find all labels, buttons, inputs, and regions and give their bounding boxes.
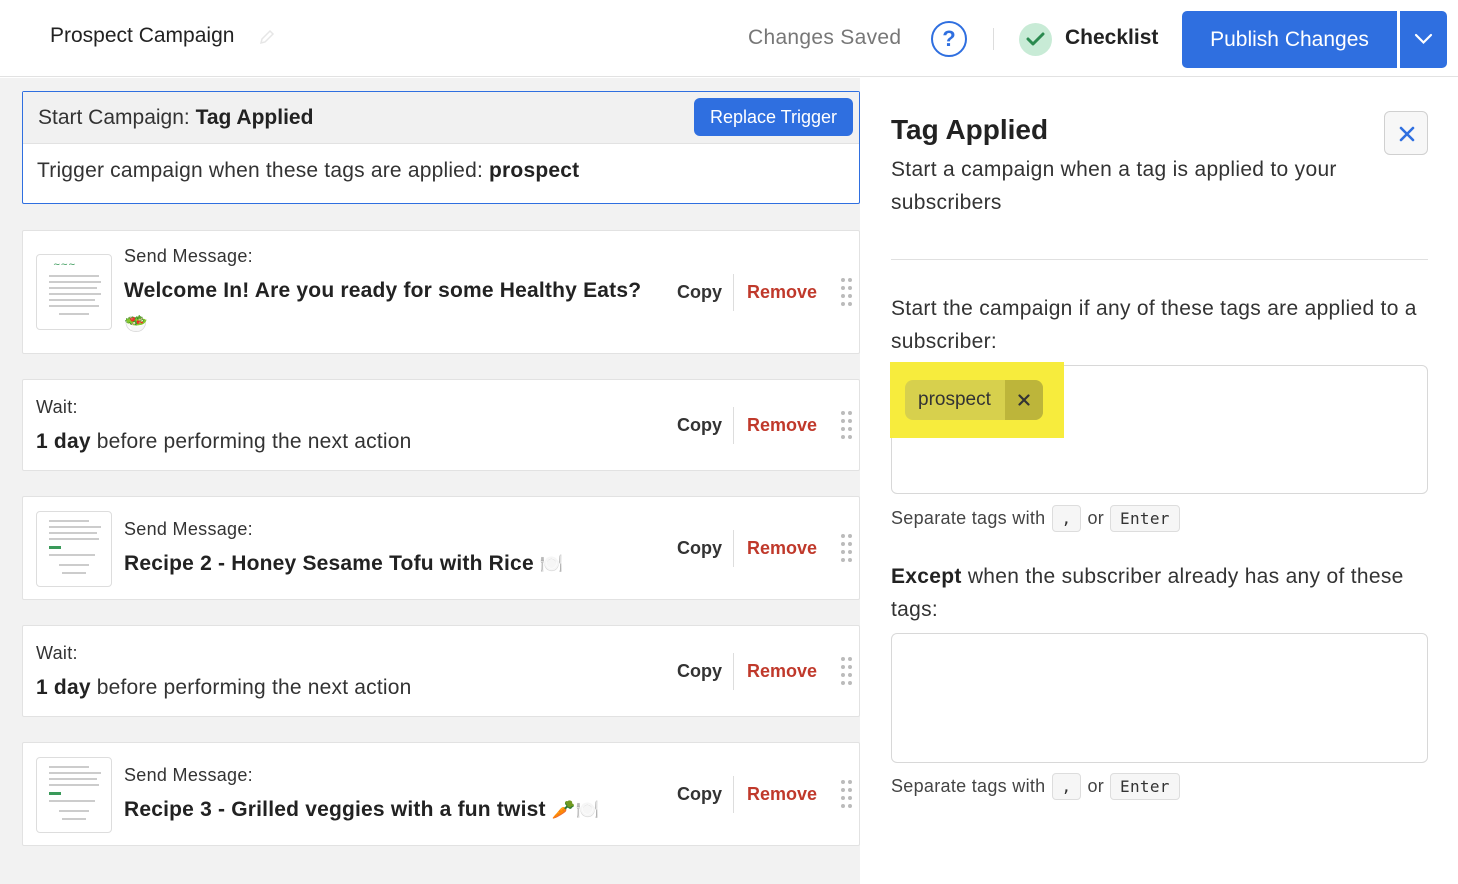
except-bold: Except <box>891 565 962 588</box>
action-divider <box>733 653 734 690</box>
tag-chip: prospect <box>905 380 1043 420</box>
step-send-message[interactable]: Send Message: Recipe 3 - Grilled veggies… <box>22 742 860 846</box>
email-thumbnail <box>36 757 112 833</box>
step-send-message[interactable]: Send Message: Recipe 2 - Honey Sesame To… <box>22 496 860 600</box>
trigger-prefix: Start Campaign: <box>38 106 190 129</box>
except-tags-input[interactable] <box>891 633 1428 763</box>
top-bar: Prospect Campaign Changes Saved ? Checkl… <box>0 0 1458 77</box>
remove-button[interactable]: Remove <box>747 282 817 303</box>
trigger-heading: Start Campaign: Tag Applied <box>38 106 313 130</box>
wait-amount: 1 day <box>36 676 91 699</box>
checklist-button[interactable]: Checklist <box>1065 26 1158 50</box>
drag-handle-icon[interactable] <box>840 656 854 686</box>
wait-amount: 1 day <box>36 430 91 453</box>
step-type-label: Send Message: <box>124 246 253 266</box>
plate-emoji: 🍽️ <box>539 554 564 576</box>
email-thumbnail <box>36 511 112 587</box>
action-divider <box>733 530 734 567</box>
copy-button[interactable]: Copy <box>677 661 722 682</box>
trigger-card[interactable]: Start Campaign: Tag Applied Replace Trig… <box>22 91 860 204</box>
step-type-label: Wait: <box>36 643 78 663</box>
drag-handle-icon[interactable] <box>840 410 854 440</box>
publish-changes-button[interactable]: Publish Changes <box>1182 11 1397 68</box>
campaign-title[interactable]: Prospect Campaign <box>50 24 234 48</box>
checkmark-icon[interactable] <box>1019 23 1052 56</box>
replace-trigger-button[interactable]: Replace Trigger <box>694 98 853 136</box>
include-tags-label: Start the campaign if any of these tags … <box>891 297 1417 353</box>
wait-description: 1 day before performing the next action <box>36 676 412 700</box>
remove-button[interactable]: Remove <box>747 538 817 559</box>
wait-description: 1 day before performing the next action <box>36 430 412 454</box>
copy-button[interactable]: Copy <box>677 282 722 303</box>
trigger-settings-panel: Tag Applied Start a campaign when a tag … <box>860 78 1458 884</box>
message-title: Recipe 2 - Honey Sesame Tofu with Rice 🍽… <box>124 552 564 576</box>
enter-key: Enter <box>1110 773 1180 800</box>
copy-button[interactable]: Copy <box>677 538 722 559</box>
remove-button[interactable]: Remove <box>747 784 817 805</box>
message-title: Welcome In! Are you ready for some Healt… <box>124 279 642 302</box>
except-tags-hint: Separate tags with , or Enter <box>891 773 1180 800</box>
help-icon[interactable]: ? <box>931 21 967 57</box>
chevron-down-icon <box>1414 33 1433 45</box>
drag-handle-icon[interactable] <box>840 533 854 563</box>
save-status: Changes Saved <box>748 26 902 49</box>
panel-divider <box>891 259 1428 260</box>
campaign-workspace: Start Campaign: Tag Applied Replace Trig… <box>0 78 860 884</box>
remove-button[interactable]: Remove <box>747 415 817 436</box>
thumbnail-logo: ~~~ <box>53 260 76 270</box>
hint-text: Separate tags with <box>891 776 1046 796</box>
message-title-text: Recipe 3 - Grilled veggies with a fun tw… <box>124 798 546 821</box>
panel-description: Start a campaign when a tag is applied t… <box>891 158 1337 214</box>
close-panel-button[interactable] <box>1384 111 1428 155</box>
tag-chip-label: prospect <box>918 389 991 410</box>
panel-title: Tag Applied <box>891 114 1049 145</box>
wait-rest: before performing the next action <box>96 430 412 453</box>
comma-key: , <box>1051 773 1082 800</box>
except-text: when the subscriber already has any of t… <box>891 565 1404 621</box>
remove-tag-button[interactable] <box>1005 380 1043 420</box>
include-tags-hint: Separate tags with , or Enter <box>891 505 1180 532</box>
email-thumbnail: ~~~ <box>36 254 112 330</box>
action-divider <box>733 274 734 311</box>
action-divider <box>733 407 734 444</box>
message-title: Recipe 3 - Grilled veggies with a fun tw… <box>124 798 599 822</box>
trigger-header: Start Campaign: Tag Applied Replace Trig… <box>23 92 859 144</box>
step-wait[interactable]: Wait: 1 day before performing the next a… <box>22 625 860 717</box>
pencil-icon[interactable] <box>258 28 276 46</box>
step-wait[interactable]: Wait: 1 day before performing the next a… <box>22 379 860 471</box>
step-type-label: Send Message: <box>124 765 253 785</box>
wait-rest: before performing the next action <box>96 676 412 699</box>
drag-handle-icon[interactable] <box>840 277 854 307</box>
step-type-label: Wait: <box>36 397 78 417</box>
trigger-type: Tag Applied <box>195 106 314 129</box>
drag-handle-icon[interactable] <box>840 779 854 809</box>
trigger-description: Trigger campaign when these tags are app… <box>37 159 579 183</box>
message-title-text: Recipe 2 - Honey Sesame Tofu with Rice <box>124 552 534 575</box>
close-icon <box>1018 394 1030 406</box>
hint-or: or <box>1087 508 1105 528</box>
hint-or: or <box>1087 776 1105 796</box>
trigger-tag: prospect <box>489 159 580 182</box>
action-divider <box>733 776 734 813</box>
close-icon <box>1399 126 1415 142</box>
enter-key: Enter <box>1110 505 1180 532</box>
divider <box>993 28 994 50</box>
carrot-plate-emoji: 🥕🍽️ <box>551 800 600 822</box>
copy-button[interactable]: Copy <box>677 784 722 805</box>
except-tags-label: Except when the subscriber already has a… <box>891 560 1436 626</box>
publish-dropdown-button[interactable] <box>1400 11 1447 68</box>
trigger-desc-text: Trigger campaign when these tags are app… <box>37 159 483 182</box>
comma-key: , <box>1051 505 1082 532</box>
remove-button[interactable]: Remove <box>747 661 817 682</box>
step-send-message[interactable]: ~~~ Send Message: Welcome In! Are you re… <box>22 230 860 354</box>
step-type-label: Send Message: <box>124 519 253 539</box>
copy-button[interactable]: Copy <box>677 415 722 436</box>
hint-text: Separate tags with <box>891 508 1046 528</box>
salad-emoji: 🥗 <box>124 314 148 335</box>
